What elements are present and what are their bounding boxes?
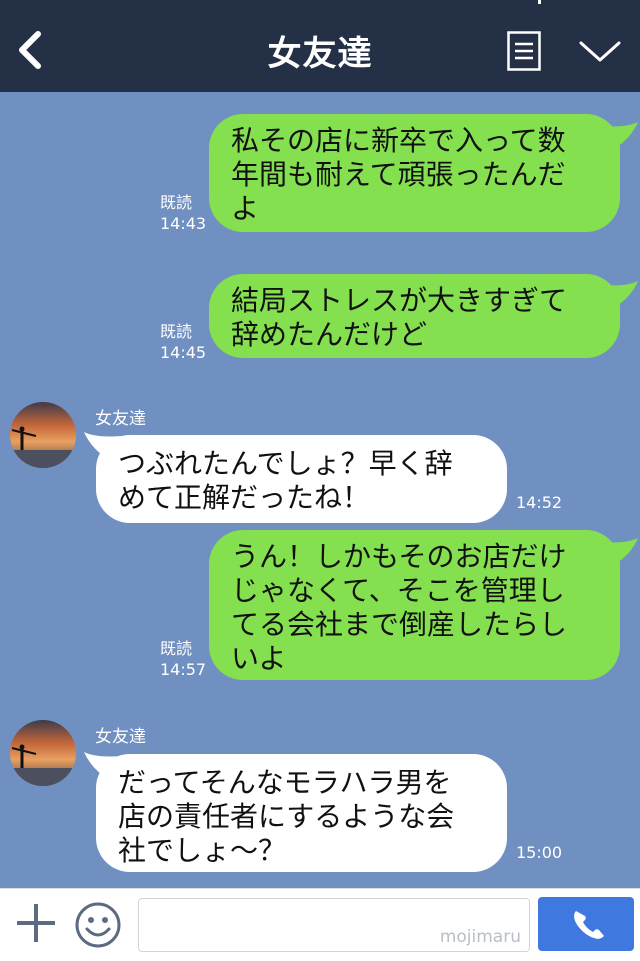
smiley-icon[interactable] bbox=[74, 901, 122, 949]
chat-title: 女友達 bbox=[267, 34, 373, 74]
chat-header: 女友達 bbox=[0, 0, 640, 92]
message-time: 14:43 bbox=[160, 214, 207, 233]
message-bubble[interactable]: つぶれたんでしょ？早く辞 めて正解だったね！ bbox=[96, 435, 507, 523]
message-list[interactable]: 私その店に新卒で入って数 年間も耐えて頑張ったんだ よ 既読 14:43 結局ス… bbox=[0, 92, 640, 888]
message-time: 15:00 bbox=[516, 843, 563, 862]
message-line: いよ bbox=[231, 642, 287, 675]
message-line: 社でしょ～？ bbox=[118, 834, 287, 867]
message-line: 年間も耐えて頑張ったんだ bbox=[231, 158, 566, 191]
message-line: 結局ストレスが大きすぎて bbox=[231, 284, 568, 317]
message-line: 辞めたんだけど bbox=[231, 318, 428, 351]
chevron-down-icon[interactable] bbox=[579, 40, 621, 64]
phone-icon bbox=[574, 911, 604, 939]
read-receipt: 既読 bbox=[160, 193, 193, 212]
watermark-text: mojimaru bbox=[439, 927, 521, 947]
message-bubble[interactable]: 結局ストレスが大きすぎて 辞めたんだけど bbox=[209, 274, 620, 358]
message-line: てる会社まで倒産したらし bbox=[231, 608, 568, 641]
message-bubble[interactable]: うん！しかもそのお店だけ じゃなくて、そこを管理し てる会社まで倒産したらし い… bbox=[209, 530, 620, 680]
message-line: 店の責任者にするような会 bbox=[118, 800, 455, 833]
sender-name: 女友達 bbox=[95, 727, 146, 747]
message-time: 14:57 bbox=[160, 660, 207, 679]
friend-avatar[interactable] bbox=[10, 402, 76, 468]
call-button[interactable] bbox=[538, 897, 634, 951]
header-notch bbox=[538, 0, 541, 4]
message-bubble[interactable]: 私その店に新卒で入って数 年間も耐えて頑張ったんだ よ bbox=[209, 114, 620, 232]
read-receipt: 既読 bbox=[160, 639, 193, 658]
read-receipt: 既読 bbox=[160, 322, 193, 341]
message-bubble[interactable]: だってそんなモラハラ男を 店の責任者にするような会 社でしょ～？ bbox=[96, 754, 507, 872]
message-line: うん！しかもそのお店だけ bbox=[231, 540, 567, 573]
message-line: だってそんなモラハラ男を bbox=[118, 766, 452, 799]
message-line: よ bbox=[231, 192, 260, 225]
plus-icon[interactable] bbox=[14, 901, 58, 945]
message-input[interactable]: mojimaru bbox=[138, 898, 530, 952]
message-time: 14:52 bbox=[516, 493, 563, 512]
sender-name: 女友達 bbox=[95, 409, 146, 429]
message-time: 14:45 bbox=[160, 343, 207, 362]
message-line: つぶれたんでしょ？早く辞 bbox=[118, 447, 453, 480]
message-line: めて正解だったね！ bbox=[118, 481, 371, 514]
input-bar: mojimaru bbox=[0, 888, 640, 961]
menu-list-icon[interactable] bbox=[507, 31, 541, 71]
message-line: 私その店に新卒で入って数 bbox=[231, 124, 566, 157]
message-line: じゃなくて、そこを管理し bbox=[231, 574, 565, 607]
friend-avatar[interactable] bbox=[10, 720, 76, 786]
